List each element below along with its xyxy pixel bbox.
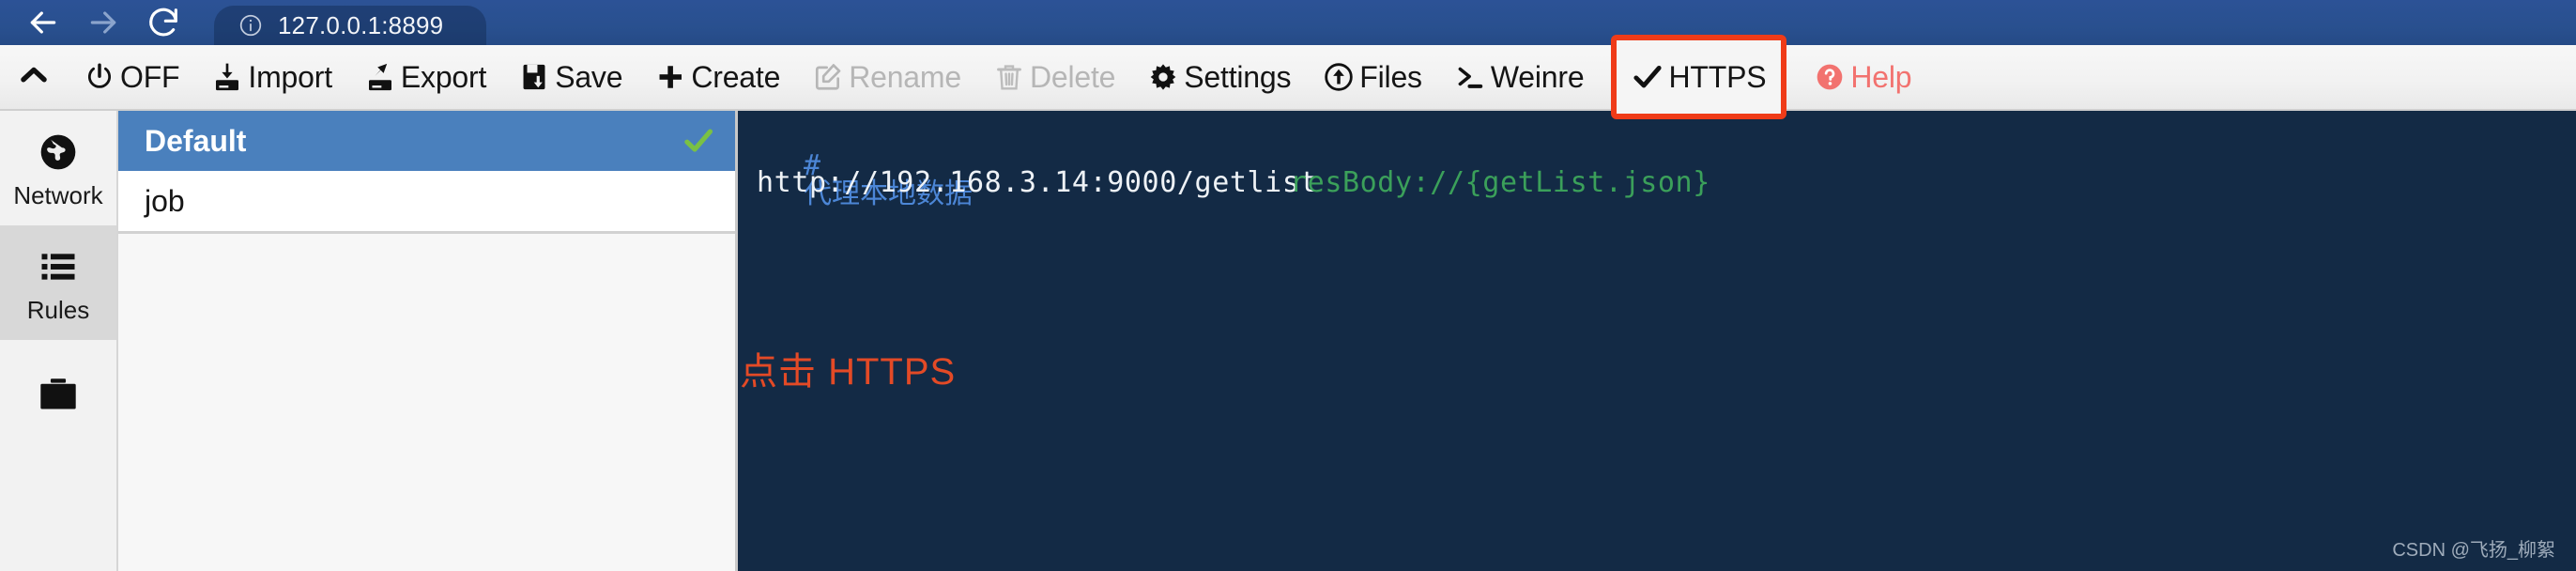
- rules-list-empty-area: [118, 234, 735, 571]
- edit-square-icon: [812, 61, 844, 93]
- toolbar-button-weinre-label: Weinre: [1490, 60, 1585, 94]
- toolbar-button-https-label: HTTPS: [1668, 60, 1767, 94]
- sidebar-item-network[interactable]: Network: [0, 111, 116, 225]
- browser-chrome: 127.0.0.1:8899: [0, 0, 2576, 45]
- rule-editor[interactable]: # 代理本地数据 http://192.168.3.14:9000/getlis…: [738, 111, 2576, 571]
- toolbar-button-rename-label: Rename: [849, 60, 961, 94]
- app-body: Network Rules Default job # 代理本地数据 http:…: [0, 111, 2576, 571]
- terminal-icon: [1454, 61, 1486, 93]
- toolbar-button-import-label: Import: [248, 60, 332, 94]
- rules-list-item-job[interactable]: job: [118, 171, 735, 231]
- power-icon: [84, 61, 115, 93]
- toolbar-button-create[interactable]: Create: [638, 45, 796, 109]
- toolbar-button-off-label: OFF: [120, 60, 180, 94]
- chevron-up-icon: [16, 57, 52, 98]
- toolbar-button-export-label: Export: [400, 60, 487, 94]
- rules-list-item-default[interactable]: Default: [118, 111, 735, 171]
- toolbar-button-export[interactable]: Export: [348, 45, 502, 109]
- check-icon: [1632, 61, 1664, 93]
- plus-icon: [654, 61, 686, 93]
- info-circle-icon[interactable]: [238, 13, 263, 38]
- rules-list-pane: Default job: [118, 111, 738, 571]
- toolbar-button-settings[interactable]: Settings: [1131, 45, 1307, 109]
- browser-reload-button[interactable]: [133, 0, 193, 45]
- toolbar-button-delete: Delete: [977, 45, 1131, 109]
- import-icon: [211, 61, 243, 93]
- annotation-click-https: 点击 HTTPS: [740, 351, 957, 393]
- sidebar-item-network-label: Network: [13, 180, 103, 209]
- toolbar-button-help-label: Help: [1850, 60, 1912, 94]
- trash-icon: [993, 61, 1025, 93]
- arrow-left-icon: [24, 4, 62, 41]
- check-icon: [682, 125, 714, 157]
- globe-icon: [38, 130, 79, 175]
- address-bar[interactable]: 127.0.0.1:8899: [214, 6, 487, 45]
- toolbar-button-create-label: Create: [691, 60, 781, 94]
- browser-forward-button[interactable]: [73, 0, 133, 45]
- toolbar-button-import[interactable]: Import: [195, 45, 348, 109]
- toolbar-button-weinre[interactable]: Weinre: [1438, 45, 1601, 109]
- rules-list-item-default-label: Default: [145, 124, 247, 158]
- export-icon: [364, 61, 396, 93]
- rules-list: Default job: [118, 111, 735, 234]
- app-toolbar: OFF Import Export Save Create Rename Del…: [0, 35, 2576, 119]
- help-circle-icon: [1814, 61, 1846, 93]
- save-icon: [518, 61, 550, 93]
- toolbar-button-files[interactable]: Files: [1307, 45, 1438, 109]
- toolbar-button-off[interactable]: OFF: [68, 45, 195, 109]
- toolbar-button-settings-label: Settings: [1184, 60, 1292, 94]
- browser-back-button[interactable]: [13, 0, 73, 45]
- toolbar-button-files-label: Files: [1359, 60, 1422, 94]
- editor-rule-pattern: http://192.168.3.14:9000/getlist: [757, 166, 1318, 199]
- reload-icon: [145, 4, 182, 41]
- sidebar-item-values[interactable]: [0, 340, 116, 455]
- list-icon: [38, 244, 78, 289]
- toolbar-button-save-label: Save: [555, 60, 623, 94]
- upload-circle-icon: [1323, 61, 1355, 93]
- toolbar-button-https[interactable]: HTTPS: [1611, 35, 1787, 119]
- editor-rule-target: resBody://{getList.json}: [1290, 166, 1710, 199]
- address-bar-url: 127.0.0.1:8899: [278, 10, 444, 39]
- toolbar-button-save[interactable]: Save: [502, 45, 638, 109]
- gear-icon: [1147, 61, 1179, 93]
- sidebar-item-rules-label: Rules: [26, 295, 90, 324]
- folder-icon: [38, 371, 79, 416]
- check-icon-placeholder: [682, 185, 714, 217]
- toolbar-button-help[interactable]: Help: [1798, 45, 1927, 109]
- arrow-right-icon: [84, 4, 122, 41]
- toolbar-collapse-button[interactable]: [0, 45, 68, 109]
- toolbar-button-rename: Rename: [796, 45, 977, 109]
- sidebar-rail: Network Rules: [0, 111, 118, 571]
- rules-list-item-job-label: job: [145, 184, 185, 218]
- toolbar-button-delete-label: Delete: [1029, 60, 1116, 94]
- watermark: CSDN @飞扬_柳絮: [2392, 540, 2555, 561]
- sidebar-item-rules[interactable]: Rules: [0, 225, 116, 340]
